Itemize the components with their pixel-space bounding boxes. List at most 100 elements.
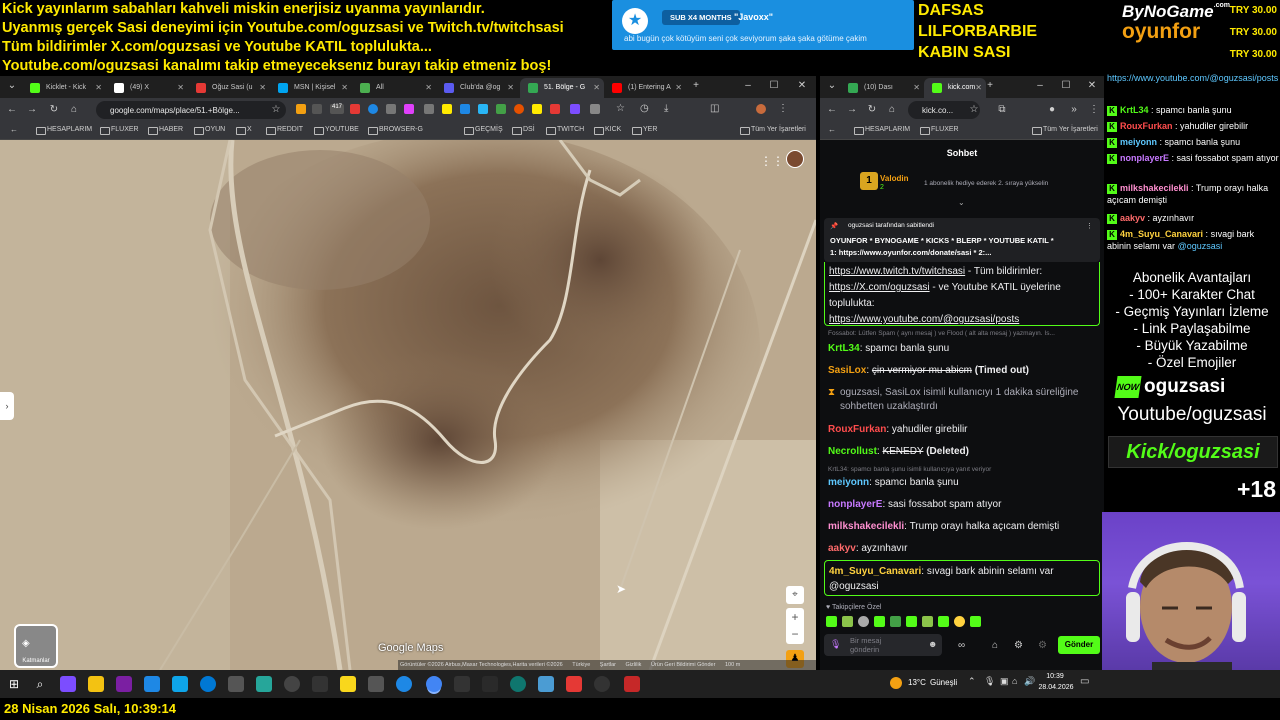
sticky-notes-icon[interactable] xyxy=(340,676,356,692)
mic-icon[interactable]: 🎙 xyxy=(984,676,995,687)
reload-icon[interactable]: ↻ xyxy=(866,104,878,115)
close-icon[interactable]: ✕ xyxy=(975,83,982,92)
footer-link-turkey[interactable]: Türkiye xyxy=(572,662,590,668)
bookmark-x[interactable]: X xyxy=(236,126,252,135)
menu-dots-icon[interactable]: ⋮ xyxy=(778,104,788,114)
close-icon[interactable]: ✕ xyxy=(593,83,600,92)
extension-icon[interactable] xyxy=(550,104,560,114)
camera-icon[interactable] xyxy=(228,676,244,692)
infinity-icon[interactable]: ∞ xyxy=(958,640,965,651)
split-view-icon[interactable]: ◫ xyxy=(710,104,720,114)
close-window-icon[interactable]: ✕ xyxy=(796,80,808,91)
app-icon[interactable] xyxy=(510,676,526,692)
collapse-chevron-icon[interactable]: ⌄ xyxy=(958,198,965,207)
weather-text[interactable]: Güneşli xyxy=(930,678,957,687)
tab-youtube-video[interactable]: (1) Entering A ✕ xyxy=(604,78,686,98)
emote-icon[interactable] xyxy=(906,616,917,627)
puzzle-icon[interactable] xyxy=(590,104,600,114)
emote-icon[interactable] xyxy=(970,616,981,627)
bookmark-oyun[interactable]: OYUN xyxy=(194,126,225,135)
pinned-message[interactable]: 📌 oguzsasi tarafından sabitlendi OYUNFOR… xyxy=(824,218,1100,262)
bookmark-youtube[interactable]: YOUTUBE xyxy=(314,126,359,135)
minimize-icon[interactable]: – xyxy=(1034,80,1046,91)
layers-button[interactable]: Katmanlar ◈ xyxy=(14,624,58,668)
download-icon[interactable]: ⤓ xyxy=(664,104,674,114)
close-icon[interactable]: ✕ xyxy=(259,83,266,92)
forward-icon[interactable]: → xyxy=(26,104,38,115)
chat-username[interactable]: SasiLox xyxy=(828,365,866,376)
emote-icon[interactable] xyxy=(938,616,949,627)
file-explorer-icon[interactable] xyxy=(88,676,104,692)
bookmark-fluxer[interactable]: FLUXER xyxy=(920,126,959,135)
extension-icon[interactable] xyxy=(496,104,506,114)
notifications-icon[interactable]: ▭ xyxy=(1080,676,1089,687)
tab-msn[interactable]: MSN | Kişisel ✕ xyxy=(270,78,352,98)
bookmark-haber[interactable]: HABER xyxy=(148,126,183,135)
minimize-icon[interactable]: – xyxy=(742,80,754,91)
volume-icon[interactable]: 🔊 xyxy=(1024,676,1035,687)
chat-username[interactable]: 4m_Suyu_Canavari xyxy=(829,566,921,577)
chat-username[interactable]: milkshakecilekli xyxy=(828,521,904,532)
extension-icon[interactable] xyxy=(296,104,306,114)
app-icon[interactable] xyxy=(624,676,640,692)
home-icon[interactable]: ⌂ xyxy=(886,104,898,115)
close-icon[interactable]: ✕ xyxy=(425,83,432,92)
emote-icon[interactable] xyxy=(922,616,933,627)
zoom-out-icon[interactable]: − xyxy=(786,626,804,644)
maximize-icon[interactable]: ☐ xyxy=(1060,80,1072,91)
extension-icon[interactable] xyxy=(570,104,580,114)
tab-x[interactable]: (49) X ✕ xyxy=(106,78,188,98)
chat-username[interactable]: RouxFurkan xyxy=(828,424,886,435)
extension-counter-icon[interactable]: 417 xyxy=(330,104,344,114)
link-twitch[interactable]: https://www.twitch.tv/twitchsasi xyxy=(829,266,965,277)
expand-panel-icon[interactable]: › xyxy=(0,392,14,420)
tab-kicklet[interactable]: Kicklet - Kick ✕ xyxy=(22,78,106,98)
bookmark-browser-g[interactable]: BROWSER-G xyxy=(368,126,423,135)
profile-avatar[interactable]: ● xyxy=(1046,104,1058,115)
my-location-icon[interactable]: ⌖ xyxy=(786,586,804,604)
bookmark-fluxer[interactable]: FLUXER xyxy=(100,126,139,135)
clock-date[interactable]: 28.04.2026 xyxy=(1036,684,1076,691)
new-tab-icon[interactable]: + xyxy=(984,80,996,91)
chat-username[interactable]: nonplayerE xyxy=(828,499,882,510)
bookmark-icon[interactable]: ☆ xyxy=(616,104,626,114)
app-icon[interactable] xyxy=(312,676,328,692)
address-bar[interactable]: google.com/maps/place/51.+Bölge... xyxy=(96,101,286,119)
emoji-icon[interactable]: ☻ xyxy=(928,639,937,649)
extension-icon[interactable] xyxy=(386,104,396,114)
app-icon[interactable] xyxy=(368,676,384,692)
link-x[interactable]: https://X.com/oguzsasi xyxy=(829,282,930,293)
back-icon[interactable]: ← xyxy=(6,104,18,115)
back-icon[interactable]: ← xyxy=(826,104,838,115)
weather-temp[interactable]: 13°C xyxy=(908,678,926,687)
search-icon[interactable]: ⌕ xyxy=(32,676,48,692)
bookmark-kick[interactable]: KICK xyxy=(594,126,621,135)
maximize-icon[interactable]: ☐ xyxy=(768,80,780,91)
extension-icon[interactable] xyxy=(478,104,488,114)
chat-username[interactable]: Necrollust xyxy=(828,446,877,457)
new-tab-icon[interactable]: + xyxy=(690,80,702,91)
bookmark-star-icon[interactable]: ☆ xyxy=(968,104,980,115)
footer-link-terms[interactable]: Şartlar xyxy=(600,662,616,668)
menu-dots-icon[interactable]: ⋮ xyxy=(1088,104,1100,115)
bookmark-hesaplarim[interactable]: HESAPLARIM xyxy=(854,126,910,135)
onenote-icon[interactable] xyxy=(116,676,132,692)
reload-icon[interactable]: ↻ xyxy=(48,104,60,115)
tray-chevron-icon[interactable]: ⌃ xyxy=(968,676,976,687)
emote-icon[interactable] xyxy=(874,616,885,627)
app-icon[interactable] xyxy=(284,676,300,692)
apps-icon[interactable]: ← xyxy=(8,125,20,134)
extension-icon[interactable] xyxy=(368,104,378,114)
chrome-icon[interactable] xyxy=(426,676,442,692)
close-icon[interactable]: ✕ xyxy=(913,83,920,92)
emote-icon[interactable] xyxy=(842,616,853,627)
bookmark-hesaplarim[interactable]: HESAPLARIM xyxy=(36,126,92,135)
close-icon[interactable]: ✕ xyxy=(341,83,348,92)
extension-icon[interactable] xyxy=(404,104,414,114)
emote-icon[interactable] xyxy=(826,616,837,627)
close-icon[interactable]: ✕ xyxy=(95,83,102,92)
bookmark-star-icon[interactable]: ☆ xyxy=(270,104,282,115)
tab-dasi[interactable]: (10) Dası ✕ xyxy=(840,78,924,98)
tray-app-icon[interactable]: ▣ xyxy=(1000,676,1009,687)
app-icon[interactable] xyxy=(396,676,412,692)
